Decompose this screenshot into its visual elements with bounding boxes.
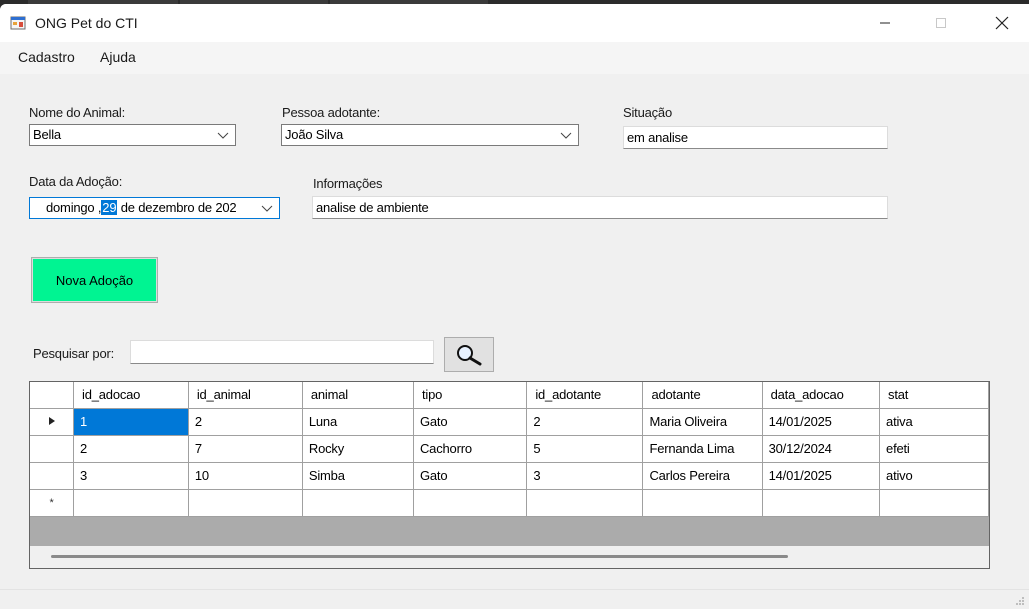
adotante-combobox[interactable]: João Silva (281, 124, 579, 146)
adocoes-table: id_adocao id_animal animal tipo id_adota… (30, 382, 989, 517)
informacoes-label: Informações (313, 176, 383, 191)
grid-cell[interactable]: Simba (302, 462, 414, 490)
maximize-icon (936, 18, 946, 28)
grid-cell[interactable] (188, 489, 303, 517)
informacoes-input[interactable]: analise de ambiente (312, 196, 888, 219)
grid-cell[interactable] (413, 489, 528, 517)
grid-cell[interactable] (762, 489, 881, 517)
grid-cell[interactable]: ativo (879, 462, 989, 490)
minimize-button[interactable] (862, 4, 908, 42)
resize-grip-icon[interactable] (1015, 596, 1025, 606)
menu-ajuda[interactable]: Ajuda (98, 49, 138, 65)
row-arrow-icon (48, 417, 55, 425)
form-body: Nome do Animal: Bella Pessoa adotante: J… (0, 74, 1029, 609)
chevron-down-icon (261, 201, 273, 215)
situacao-input[interactable]: em analise (623, 126, 888, 149)
grid-cell[interactable]: 3 (526, 462, 644, 490)
column-header[interactable]: adotante (642, 382, 763, 409)
grid-cell[interactable]: Maria Oliveira (642, 408, 763, 436)
column-header[interactable]: id_animal (188, 382, 303, 409)
close-button[interactable] (979, 4, 1025, 42)
pesquisar-input[interactable] (130, 340, 434, 364)
grid-cell[interactable]: Fernanda Lima (642, 435, 763, 463)
grid-cell[interactable]: efeti (879, 435, 989, 463)
animal-label: Nome do Animal: (29, 105, 125, 120)
adocoes-grid[interactable]: id_adocao id_animal animal tipo id_adota… (29, 381, 990, 569)
grid-cell[interactable]: Luna (302, 408, 414, 436)
date-day-selected[interactable]: 29 (101, 200, 118, 215)
search-button[interactable] (444, 337, 494, 372)
grid-cell[interactable]: 7 (188, 435, 303, 463)
grid-cell[interactable]: Rocky (302, 435, 414, 463)
grid-cell[interactable]: 2 (188, 408, 303, 436)
row-header[interactable] (30, 462, 75, 490)
grid-cell[interactable]: Gato (413, 462, 528, 490)
adotante-combobox-value: João Silva (285, 127, 343, 142)
menu-cadastro[interactable]: Cadastro (16, 49, 77, 65)
grid-cell[interactable]: 2 (526, 408, 644, 436)
maximize-button[interactable] (918, 4, 964, 42)
column-header[interactable]: animal (302, 382, 414, 409)
grid-cell[interactable] (302, 489, 414, 517)
animal-combobox[interactable]: Bella (29, 124, 236, 146)
grid-corner-header (30, 382, 75, 409)
chevron-down-icon (217, 132, 229, 139)
column-header[interactable]: tipo (413, 382, 528, 409)
column-header[interactable]: stat (879, 382, 989, 409)
grid-cell[interactable]: 30/12/2024 (762, 435, 881, 463)
table-row[interactable]: 2 7 Rocky Cachorro 5 Fernanda Lima 30/12… (30, 435, 989, 463)
current-row-indicator[interactable] (30, 408, 75, 436)
grid-cell[interactable] (73, 489, 189, 517)
new-row[interactable]: * (30, 489, 989, 517)
grid-cell[interactable]: 10 (188, 462, 303, 490)
date-weekday: domingo (46, 200, 95, 215)
grid-cell[interactable]: Carlos Pereira (642, 462, 763, 490)
title-bar[interactable]: ONG Pet do CTI (0, 4, 1029, 42)
app-window: ONG Pet do CTI Cadastro Ajuda Nome do An… (0, 4, 1029, 609)
adotante-label: Pessoa adotante: (282, 105, 380, 120)
scrollbar-thumb[interactable] (51, 555, 788, 558)
grid-cell[interactable]: 14/01/2025 (762, 408, 881, 436)
grid-cell[interactable]: ativa (879, 408, 989, 436)
search-icon (457, 344, 482, 365)
chevron-down-icon (560, 132, 572, 139)
date-month-year: de dezembro de 202 (120, 200, 237, 215)
pesquisar-label: Pesquisar por: (33, 346, 115, 361)
animal-combobox-value: Bella (33, 127, 61, 142)
column-header[interactable]: id_adotante (526, 382, 644, 409)
close-icon (995, 16, 1009, 30)
grid-cell[interactable] (879, 489, 989, 517)
grid-cell[interactable] (642, 489, 763, 517)
minimize-icon (880, 22, 890, 24)
column-header[interactable]: data_adocao (762, 382, 881, 409)
grid-cell[interactable]: Cachorro (413, 435, 528, 463)
grid-cell[interactable]: Gato (413, 408, 528, 436)
horizontal-scrollbar[interactable] (30, 546, 989, 568)
table-row[interactable]: 3 10 Simba Gato 3 Carlos Pereira 14/01/2… (30, 462, 989, 490)
grid-cell[interactable]: 3 (73, 462, 189, 490)
situacao-label: Situação (623, 105, 672, 120)
grid-cell[interactable] (526, 489, 644, 517)
data-adocao-label: Data da Adoção: (29, 174, 123, 189)
nova-adocao-button[interactable]: Nova Adoção (31, 257, 158, 303)
status-strip (0, 589, 1029, 609)
grid-cell[interactable]: 5 (526, 435, 644, 463)
new-row-indicator[interactable]: * (30, 489, 75, 517)
grid-cell[interactable]: 1 (73, 408, 189, 436)
grid-cell[interactable]: 14/01/2025 (762, 462, 881, 490)
column-header[interactable]: id_adocao (73, 382, 189, 409)
window-title: ONG Pet do CTI (35, 15, 138, 31)
data-adocao-picker[interactable]: domingo ,29 de dezembro de 202 (29, 197, 280, 219)
grid-cell[interactable]: 2 (73, 435, 189, 463)
grid-header-row: id_adocao id_animal animal tipo id_adota… (30, 382, 989, 409)
table-row[interactable]: 1 2 Luna Gato 2 Maria Oliveira 14/01/202… (30, 408, 989, 436)
app-form-icon (10, 16, 26, 30)
row-header[interactable] (30, 435, 75, 463)
menu-bar: Cadastro Ajuda (0, 42, 1029, 74)
